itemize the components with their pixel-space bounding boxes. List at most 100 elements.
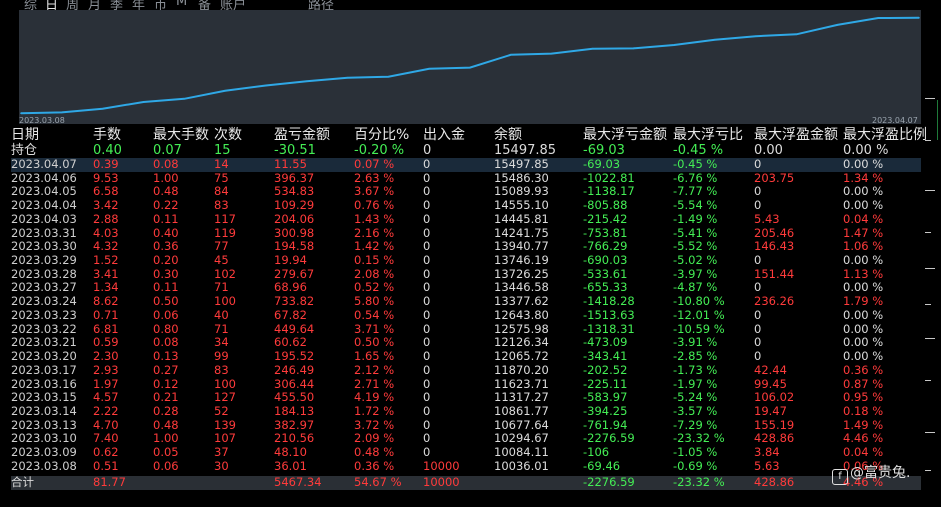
total-row: 合计 81.77 5467.34 54.67 % 10000 -2276.59 -23.32… — [11, 474, 921, 490]
table-row[interactable]: 2023.04.06 9.53 1.00 75 396.37 2.63 % 0 15486.3… — [11, 170, 921, 186]
table-row[interactable]: 2023.03.24 8.62 0.50 100 733.82 5.80 % 0 13377.… — [11, 294, 921, 309]
table-cell: -5.41 % — [673, 225, 718, 240]
table-cell: -4.87 % — [673, 280, 718, 295]
table-cell: -5.52 % — [673, 239, 718, 254]
equity-point — [550, 52, 553, 55]
watermark: f @富贵兔. — [832, 462, 910, 485]
table-cell: 0.71 — [93, 307, 119, 322]
table-cell: 2.22 — [93, 403, 119, 418]
table-cell: 14 — [214, 157, 229, 171]
table-row[interactable]: 2023.03.20 2.30 0.13 99 195.52 1.65 % 0 12065.7… — [11, 349, 921, 364]
table-cell: -1.05 % — [673, 445, 718, 460]
table-row[interactable]: 2023.03.13 4.70 0.48 139 382.97 3.72 % 0 10677.… — [11, 417, 921, 433]
table-cell: 0.80 — [153, 321, 179, 336]
table-cell: 2.12 % — [354, 362, 395, 377]
table-cell: 2.71 % — [354, 376, 395, 391]
table-cell: 205.46 — [754, 225, 795, 240]
table-cell: 0.00 % — [843, 253, 884, 268]
table-cell: 1.65 % — [354, 349, 395, 364]
table-cell: 0 — [423, 349, 431, 364]
table-cell: -2276.59 — [583, 431, 635, 446]
table-row[interactable]: 2023.03.22 6.81 0.80 71 449.64 3.71 % 0 12575.9… — [11, 321, 921, 337]
table-row[interactable]: 2023.03.23 0.71 0.06 40 67.82 0.54 % 0 12643.80… — [11, 307, 921, 323]
table-cell: 60.62 — [274, 335, 307, 350]
left-panel-edge — [3, 10, 11, 507]
table-cell: 0.48 % — [354, 445, 395, 460]
table-cell: 4.70 — [93, 417, 119, 432]
equity-point — [877, 17, 879, 19]
table-row[interactable]: 2023.03.10 7.40 1.00 107 210.56 2.09 % 0 10294.… — [11, 432, 921, 446]
equity-point — [673, 44, 675, 46]
total-cell: 428.86 — [754, 474, 795, 489]
table-cell: 2023.03.09 — [11, 445, 77, 460]
table-cell: -202.52 — [583, 362, 628, 377]
scale-tick — [925, 432, 935, 433]
table-cell: 2.93 — [93, 362, 119, 377]
table-cell: 0 — [423, 239, 431, 254]
table-cell: 0 — [754, 307, 762, 322]
equity-point — [754, 35, 757, 37]
table-row[interactable]: 2023.03.21 0.59 0.08 34 60.62 0.50 % 0 12126.34… — [11, 336, 921, 350]
holding-cell: -30.51 — [274, 143, 316, 158]
table-row[interactable]: 2023.04.03 2.88 0.11 117 204.06 1.43 % 0 14445.… — [11, 211, 921, 227]
table-cell: 106.02 — [754, 390, 795, 405]
table-cell: -394.25 — [583, 403, 628, 418]
table-row[interactable]: 2023.03.30 4.32 0.36 77 194.58 1.42 % 0 13940.7… — [11, 240, 921, 254]
table-cell: 117 — [214, 211, 236, 226]
table-cell: 0.48 — [153, 184, 179, 199]
table-cell: 0 — [754, 349, 762, 364]
table-row[interactable]: 2023.03.29 1.52 0.20 45 19.94 0.15 % 0 13746.19… — [11, 253, 921, 268]
table-cell: 34 — [214, 335, 229, 350]
equity-point — [142, 101, 145, 103]
equity-point — [265, 84, 267, 87]
table-row[interactable]: 2023.03.31 4.03 0.40 119 300.98 2.16 % 0 14241.… — [11, 225, 921, 241]
column-header: 余额 — [494, 127, 522, 143]
table-row[interactable]: 2023.03.08 0.51 0.06 30 36.01 0.36 % 10000 1003… — [11, 458, 921, 474]
total-cell: 10000 — [423, 474, 460, 489]
table-cell: 0.52 % — [354, 280, 395, 295]
table-cell: -2.85 % — [673, 349, 718, 364]
table-cell: 396.37 — [274, 170, 315, 185]
table-cell: -766.29 — [583, 239, 628, 254]
table-row[interactable]: 2023.04.07 0.39 0.08 14 11.55 0.07 % 0 15497.85… — [11, 157, 921, 172]
table-cell: 2023.03.30 — [11, 239, 77, 254]
scale-tick — [925, 98, 935, 99]
table-row[interactable]: 2023.03.15 4.57 0.21 127 455.50 4.19 % 0 11317.… — [11, 391, 921, 405]
table-row[interactable]: 2023.03.09 0.62 0.05 37 48.10 0.48 % 0 10084.11… — [11, 445, 921, 460]
table-cell: 236.26 — [754, 294, 795, 309]
table-cell: 15486.30 — [494, 170, 549, 185]
table-cell: -3.57 % — [673, 403, 718, 418]
table-cell: -10.59 % — [673, 321, 725, 336]
table-cell: 0 — [423, 280, 431, 295]
holding-cell: 0.07 — [153, 143, 182, 158]
table-row[interactable]: 2023.04.05 6.58 0.48 84 534.83 3.67 % 0 15089.9… — [11, 185, 921, 199]
table-cell: 246.49 — [274, 362, 315, 377]
table-cell: 1.43 % — [354, 211, 395, 226]
table-cell: 100 — [214, 376, 236, 391]
table-cell: 155.19 — [754, 417, 795, 432]
table-cell: 0.11 — [153, 211, 179, 226]
table-cell: 0.11 — [153, 280, 179, 295]
table-cell: 1.34 — [93, 280, 119, 295]
holding-cell: 0.00 % — [843, 143, 889, 158]
table-cell: 204.06 — [274, 211, 315, 226]
table-row[interactable]: 2023.03.28 3.41 0.30 102 279.67 2.08 % 0 13726.… — [11, 267, 921, 282]
table-row[interactable]: 2023.03.14 2.22 0.28 52 184.13 1.72 % 0 10861.7… — [11, 403, 921, 419]
table-cell: -5.24 % — [673, 390, 718, 405]
column-header: 最大浮盈金额 — [754, 127, 838, 143]
table-row[interactable]: 2023.03.17 2.93 0.27 83 246.49 2.12 % 0 11870.2… — [11, 362, 921, 378]
table-row[interactable]: 2023.04.04 3.42 0.22 83 109.29 0.76 % 0 14555.1… — [11, 198, 921, 213]
total-label: 合计 — [11, 474, 34, 489]
table-cell: 83 — [214, 362, 229, 377]
table-row[interactable]: 2023.03.27 1.34 0.11 71 68.96 0.52 % 0 13446.58… — [11, 281, 921, 295]
equity-point — [591, 47, 594, 50]
table-cell: 100 — [214, 294, 236, 309]
equity-point — [795, 33, 798, 36]
equity-point — [632, 47, 635, 50]
table-cell: 0 — [754, 335, 762, 350]
table-row[interactable]: 2023.03.16 1.97 0.12 100 306.44 2.71 % 0 11623.… — [11, 376, 921, 392]
table-cell: 0.36 % — [354, 458, 395, 473]
table-cell: 0 — [423, 362, 431, 377]
table-cell: 5.43 — [754, 211, 780, 226]
tab-7[interactable]: M — [176, 0, 187, 9]
